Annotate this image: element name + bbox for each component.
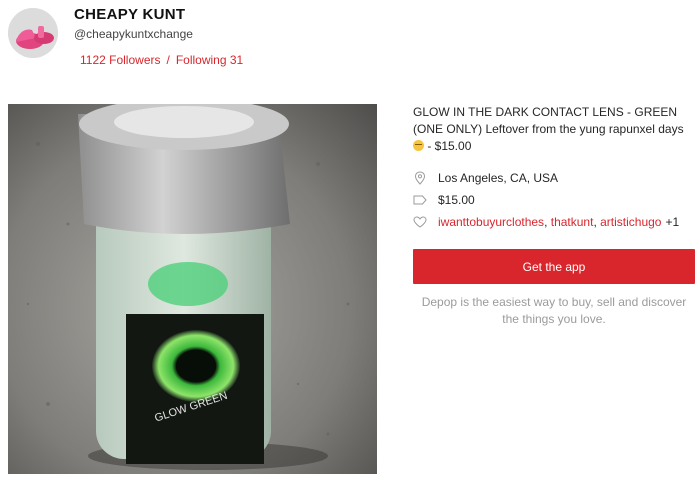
likes-row: iwanttobuyurclothes, thatkunt, artistich… [413,211,695,233]
product-photo: GLOW GREEN [8,104,377,474]
following-link[interactable]: Following 31 [176,53,243,67]
location-row: Los Angeles, CA, USA [413,167,695,189]
followers-link[interactable]: 1122 Followers [80,53,160,67]
product-details: GLOW IN THE DARK CONTACT LENS - GREEN (O… [413,104,695,328]
product-title-price: - $15.00 [424,139,472,153]
product-title-text: GLOW IN THE DARK CONTACT LENS - GREEN (O… [413,105,684,136]
shop-handle: @cheapykuntxchange [74,27,193,41]
liker-link[interactable]: iwanttobuyurclothes [438,215,544,229]
likers-list: iwanttobuyurclothes, thatkunt, artistich… [438,215,680,229]
price-row: $15.00 [413,189,695,211]
liker-link[interactable]: artistichugo [600,215,661,229]
map-pin-icon [413,171,427,185]
relieved-face-icon [413,140,424,151]
product-title: GLOW IN THE DARK CONTACT LENS - GREEN (O… [413,104,695,155]
likes-more-count[interactable]: +1 [665,215,679,229]
liker-link[interactable]: thatkunt [551,215,594,229]
price-tag-icon [413,193,427,207]
avatar-image [8,8,58,58]
heart-icon[interactable] [413,215,427,229]
tagline: Depop is the easiest way to buy, sell an… [421,295,687,326]
get-the-app-button[interactable]: Get the app [413,249,695,284]
price-text: $15.00 [438,193,475,207]
shop-name[interactable]: CHEAPY KUNT [74,6,185,23]
profile-stats: 1122 Followers / Following 31 [80,53,243,67]
avatar[interactable] [8,8,58,58]
location-text: Los Angeles, CA, USA [438,171,559,185]
product-image[interactable]: GLOW GREEN [8,104,377,474]
stats-separator: / [166,53,170,67]
